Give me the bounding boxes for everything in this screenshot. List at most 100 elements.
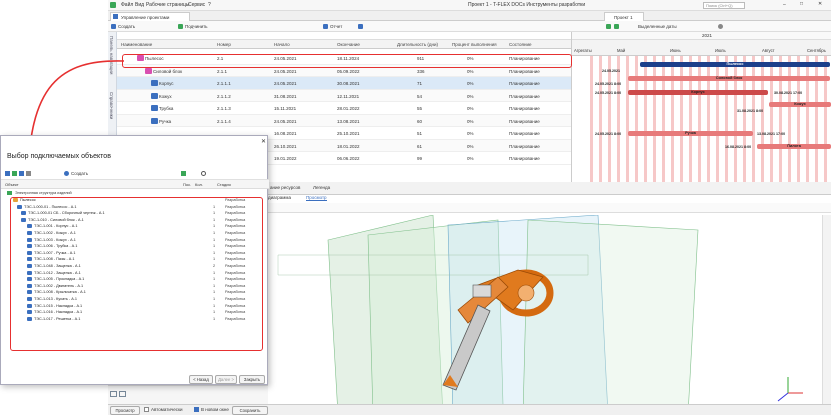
- tab-preview[interactable]: Просмотр: [306, 195, 327, 201]
- menu-view[interactable]: Вид: [135, 2, 144, 8]
- table-row[interactable]: Трубка 2.1.1.3 15.11.2021 28.01.2022 55 0% Пла…: [117, 102, 571, 115]
- col-number[interactable]: Номер: [217, 42, 231, 47]
- gantt-weekend-stripe: [698, 56, 701, 182]
- panel-icon[interactable]: [110, 391, 117, 397]
- document-tabs: Управление проектами Проект 1: [108, 11, 831, 21]
- cell-duration: 60: [417, 118, 423, 124]
- panel-icon[interactable]: [119, 391, 126, 397]
- gantt-weekend-stripe: [725, 56, 728, 182]
- zoom-out-icon[interactable]: [614, 24, 619, 29]
- menu-service[interactable]: Сервис: [188, 2, 205, 8]
- cell-duration: 71: [417, 81, 423, 86]
- toolbar-icon[interactable]: [12, 171, 17, 176]
- new-window-label: В новом окне: [201, 407, 229, 412]
- col-start[interactable]: Начало: [274, 42, 290, 47]
- gantt-date-label: 31.08.2021 8:00: [737, 109, 764, 113]
- preview-button[interactable]: Просмотр: [110, 406, 140, 415]
- gantt-weekend-stripe: [779, 56, 782, 182]
- toolbar-icon[interactable]: [26, 171, 31, 176]
- cell-start: 24.05.2021: [274, 68, 297, 74]
- table-row[interactable]: Корпус 2.1.1.1 24.05.2021 30.08.2021 71 0% Пла…: [117, 77, 571, 90]
- gantt-bar-pilot[interactable]: Пилота: [757, 144, 831, 149]
- cell-end: 12.11.2021: [337, 93, 360, 99]
- close-button[interactable]: Закрыть: [239, 375, 265, 384]
- search-icon[interactable]: [718, 24, 723, 29]
- subordinate-button[interactable]: Подчинить: [185, 24, 208, 29]
- gantt-bar-label: Пылесос: [726, 62, 744, 66]
- dialog-list-header: Объект Пос. Кол. Стадия: [1, 180, 269, 189]
- search-icon[interactable]: [201, 171, 206, 176]
- tab-legend[interactable]: Легенда: [313, 185, 330, 190]
- cell-percent: 0%: [467, 106, 474, 111]
- viewer-toolbar: [268, 203, 831, 213]
- toolbar-icon[interactable]: [5, 171, 10, 176]
- col-end[interactable]: Окончание: [337, 42, 360, 47]
- auto-checkbox[interactable]: [144, 407, 149, 412]
- highlight-dates-button[interactable]: Выделенные даты: [638, 24, 677, 29]
- tab-gantt-diagram[interactable]: диаграмма: [268, 195, 291, 200]
- menu-workpages[interactable]: Рабочие страницы: [146, 2, 189, 8]
- highlight-structure-list: [10, 197, 263, 351]
- tab-label: Проект 1: [614, 15, 633, 20]
- app-logo-icon: [110, 2, 116, 8]
- cell-start: 15.11.2021: [274, 106, 297, 111]
- gantt-weekend-stripe: [635, 56, 638, 182]
- folder-icon: [113, 14, 118, 19]
- col-duration[interactable]: Длительность (дни): [397, 42, 438, 47]
- toolbar-icon[interactable]: [181, 171, 186, 176]
- gantt-date-label: 24.05.2021 8:00: [595, 132, 622, 136]
- col-object[interactable]: Объект: [5, 182, 19, 187]
- table-row[interactable]: Ручка 2.1.1.4 24.05.2021 13.08.2021 60 0% План…: [117, 114, 571, 127]
- menu-help[interactable]: ?: [208, 2, 211, 8]
- gantt-bar-power-block[interactable]: Силовой блок: [628, 76, 830, 81]
- cell-name: Ручка: [159, 118, 172, 124]
- gantt-weekend-stripe: [716, 56, 719, 182]
- toolbar-icon[interactable]: [19, 171, 24, 176]
- gantt-month-june: Июнь: [670, 48, 681, 53]
- close-icon[interactable]: ✕: [818, 1, 822, 7]
- gantt-bar-casing[interactable]: Кожух: [769, 102, 831, 107]
- col-state[interactable]: Состояние: [509, 42, 531, 47]
- gantt-bar-label: Ручка: [685, 131, 696, 135]
- new-window-checkbox[interactable]: [194, 407, 199, 412]
- cell-number: 2.1.1: [217, 68, 228, 74]
- tab-project-1[interactable]: Проект 1: [604, 12, 644, 21]
- col-percent[interactable]: Процент выполнения: [452, 42, 497, 47]
- col-name[interactable]: Наименование: [121, 42, 152, 47]
- item-icon: [145, 67, 152, 74]
- gantt-weekend-stripe: [608, 56, 611, 182]
- gantt-month-september: Сентябрь: [807, 48, 826, 53]
- dialog-close-icon[interactable]: ✕: [261, 138, 266, 145]
- gantt-bar-body[interactable]: Корпус: [628, 90, 768, 95]
- gantt-bar-handle[interactable]: Ручка: [628, 131, 753, 136]
- col-count[interactable]: Кол.: [195, 182, 203, 187]
- gantt-date-label: 13.08.2021 17:00: [757, 132, 786, 136]
- zoom-in-icon[interactable]: [606, 24, 611, 29]
- report-button[interactable]: Отчет: [330, 24, 342, 29]
- gantt-weekend-stripe: [626, 56, 629, 182]
- 3d-viewer[interactable]: диаграмма Просмотр: [268, 195, 831, 415]
- create-icon: [64, 171, 69, 176]
- play-icon[interactable]: [358, 24, 363, 29]
- tab-label: Управление проектами: [121, 15, 170, 20]
- cell-end: 25.10.2021: [337, 131, 360, 136]
- gantt-bar-vacuum[interactable]: Пылесос: [640, 62, 830, 67]
- next-button[interactable]: Далее >: [215, 375, 237, 384]
- tab-project-management[interactable]: Управление проектами: [110, 12, 190, 21]
- gantt-weekend-stripe: [806, 56, 809, 182]
- gantt-toolbar: 2021: [572, 32, 831, 40]
- col-stage[interactable]: Стадия: [217, 182, 231, 187]
- dialog-create-button[interactable]: Создать: [71, 171, 88, 176]
- maximize-icon[interactable]: □: [800, 1, 803, 7]
- search-input[interactable]: Поиск (Ctrl+Q): [703, 2, 745, 9]
- minimize-icon[interactable]: –: [783, 2, 786, 8]
- save-button[interactable]: Сохранить: [232, 406, 268, 415]
- table-row[interactable]: Кожух 2.1.1.2 31.08.2021 12.11.2021 54 0% План…: [117, 89, 571, 102]
- create-button[interactable]: Создать: [118, 24, 135, 29]
- back-button[interactable]: < Назад: [189, 375, 213, 384]
- menu-file[interactable]: Файл: [121, 2, 133, 8]
- col-qty[interactable]: Пос.: [183, 182, 191, 187]
- tab-resources[interactable]: ание ресурсов: [270, 185, 300, 190]
- cell-percent: 0%: [467, 143, 474, 149]
- auto-label: Автоматически: [151, 407, 183, 412]
